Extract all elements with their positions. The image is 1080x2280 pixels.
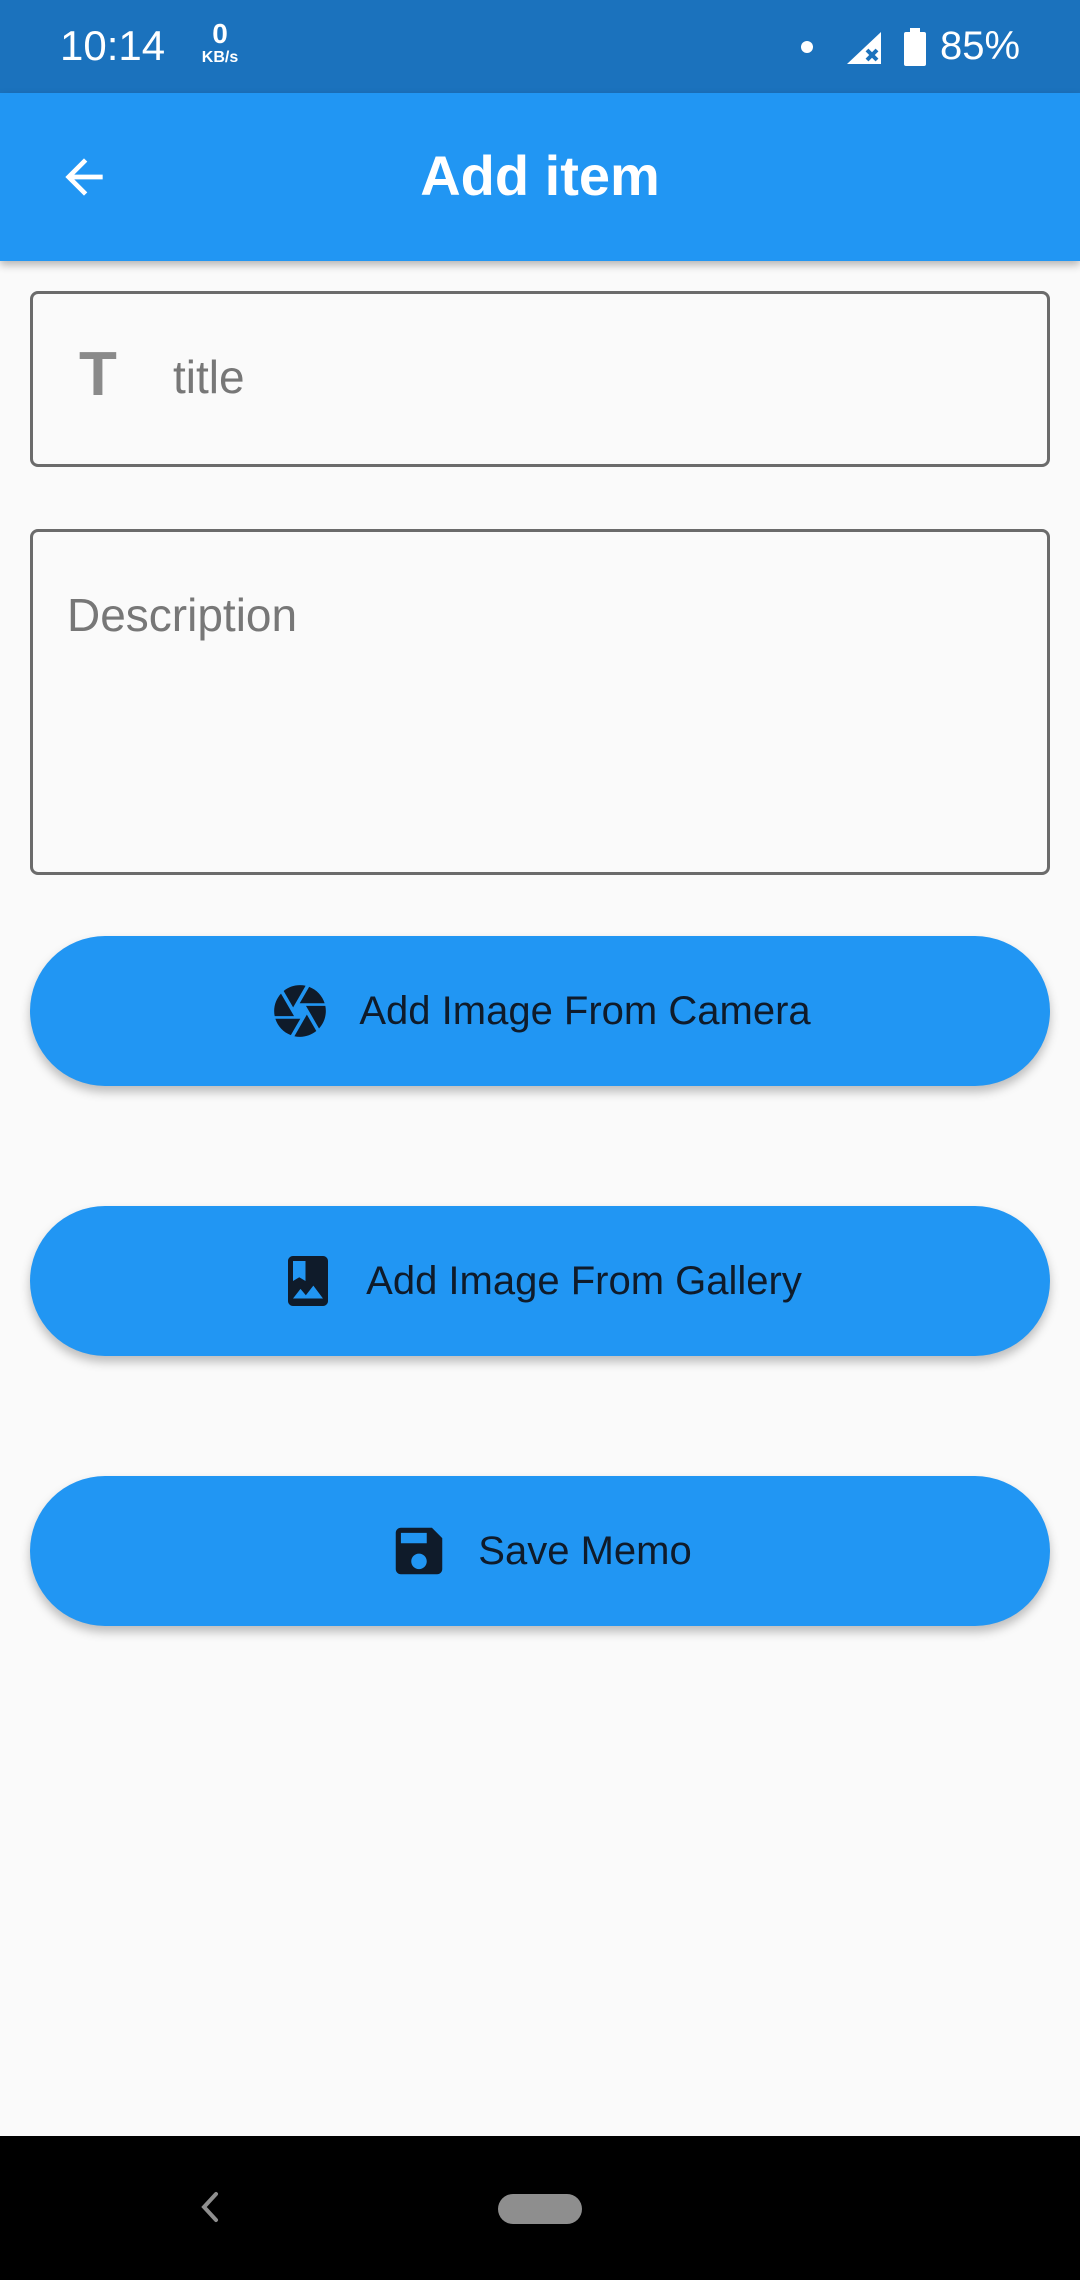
- save-memo-button[interactable]: Save Memo: [30, 1476, 1050, 1626]
- title-field[interactable]: T title: [30, 291, 1050, 467]
- nav-back-icon[interactable]: [190, 2182, 230, 2232]
- network-speed-value: 0: [212, 18, 228, 49]
- save-icon: [396, 1527, 443, 1575]
- network-speed: 0 KB/s: [196, 20, 244, 66]
- add-image-from-gallery-button[interactable]: Add Image From Gallery: [30, 1206, 1050, 1356]
- system-navigation-bar: [0, 2136, 1080, 2280]
- page-title: Add item: [420, 144, 660, 207]
- save-button-label: Save Memo: [478, 1528, 692, 1573]
- gallery-button-label: Add Image From Gallery: [366, 1258, 802, 1303]
- photo-album-icon: [288, 1256, 329, 1306]
- camera-shutter-icon: [274, 985, 327, 1037]
- status-bar: 10:14 0 KB/s 85%: [0, 0, 1080, 93]
- camera-button-label: Add Image From Camera: [359, 988, 811, 1033]
- battery-percentage: 85%: [940, 24, 1021, 68]
- description-field[interactable]: Description: [30, 529, 1050, 875]
- add-image-from-camera-button[interactable]: Add Image From Camera: [30, 936, 1050, 1086]
- text-format-icon: T: [79, 340, 117, 409]
- status-time: 10:14: [60, 22, 166, 69]
- description-input[interactable]: Description: [67, 588, 297, 642]
- network-speed-unit: KB/s: [201, 49, 239, 66]
- title-input[interactable]: title: [173, 350, 245, 404]
- nav-home-pill[interactable]: [498, 2194, 582, 2224]
- battery-icon: [904, 28, 926, 66]
- signal-icon: [847, 32, 881, 64]
- notification-dot-icon: [801, 41, 813, 53]
- app-bar: Add item: [0, 93, 1080, 261]
